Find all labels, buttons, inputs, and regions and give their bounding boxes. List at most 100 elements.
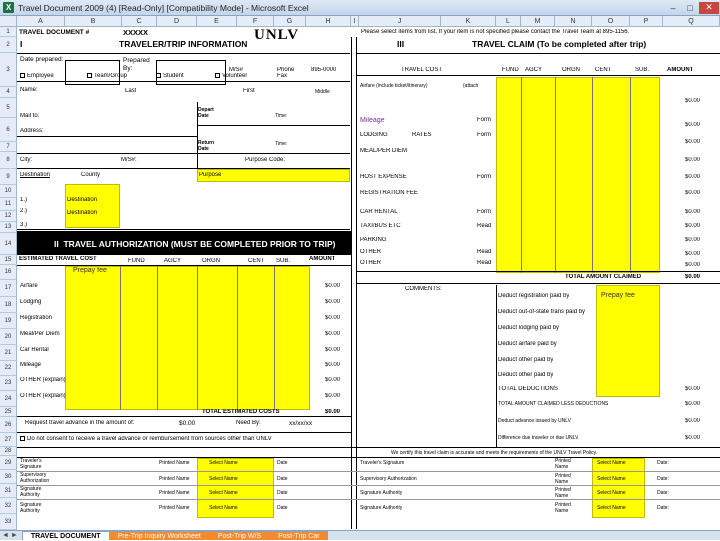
row-header[interactable]: 33 (0, 514, 17, 530)
depart-time-label: Time: (275, 113, 288, 119)
column-header[interactable]: I (351, 16, 359, 27)
row-header[interactable]: 14 (0, 233, 17, 255)
need-by-value[interactable]: xx/xx/xx (289, 420, 312, 428)
row-header[interactable]: 30 (0, 470, 17, 484)
row-header[interactable]: 19 (0, 313, 17, 329)
destination-field[interactable] (65, 184, 120, 228)
row-header[interactable]: 24 (0, 391, 17, 407)
column-header[interactable]: K (441, 16, 496, 27)
row-header[interactable]: 10 (0, 185, 17, 198)
excel-icon[interactable]: X (3, 2, 14, 13)
name-label: Name: (20, 87, 38, 93)
column-header[interactable]: C (122, 16, 157, 27)
first-name-label: First (243, 88, 255, 94)
row-header[interactable]: 26 (0, 417, 17, 433)
row-header[interactable]: 17 (0, 280, 17, 297)
claim-note-other-2: Read (477, 260, 492, 266)
tab-post-trip-car[interactable]: Post-Trip Car (269, 531, 329, 540)
sig-right-select-1[interactable]: Select Name (597, 460, 626, 466)
doc-number-value[interactable]: XXXXX (123, 28, 148, 37)
row-header[interactable]: 28 (0, 447, 17, 456)
row-header[interactable]: 8 (0, 152, 17, 169)
employee-checkbox[interactable]: Employee (20, 73, 54, 80)
row-header[interactable]: 21 (0, 345, 17, 361)
row-header[interactable]: 9 (0, 169, 17, 185)
column-header[interactable]: H (306, 16, 351, 27)
maximize-button[interactable]: □ (682, 2, 698, 14)
column-header[interactable]: F (237, 16, 274, 27)
tab-pre-trip[interactable]: Pre-Trip Inquiry Worksheet (108, 531, 210, 540)
column-header[interactable]: N (555, 16, 592, 27)
consent-checkbox[interactable]: Do not consent to receive a travel advan… (20, 436, 272, 443)
row-header[interactable]: 29 (0, 456, 17, 470)
select-all-corner[interactable] (0, 16, 17, 27)
row-header[interactable]: 11 (0, 198, 17, 211)
sig-left-select-1[interactable]: Select Name (209, 460, 238, 466)
phone-value[interactable]: 895-0000 (311, 67, 336, 74)
column-header[interactable]: J (359, 16, 441, 27)
row-header[interactable]: 31 (0, 484, 17, 498)
row-header[interactable]: 13 (0, 222, 17, 233)
row-header[interactable]: 1 (0, 27, 17, 37)
amount-header: AMOUNT (309, 256, 336, 262)
sig-right-select-2[interactable]: Select Name (597, 476, 626, 482)
claim-amount-other-1: $0.00 (685, 251, 701, 257)
row-header[interactable]: 32 (0, 498, 17, 514)
row-header[interactable]: 20 (0, 329, 17, 345)
row-header[interactable]: 27 (0, 433, 17, 447)
row-header[interactable]: 6 (0, 118, 17, 142)
column-header[interactable]: A (17, 16, 65, 27)
cell-area[interactable]: TRAVEL DOCUMENT # XXXXX UNLV Please sele… (17, 27, 720, 530)
sig-left-printed-1: Printed Name (159, 460, 190, 466)
deductions-field[interactable] (596, 285, 660, 397)
column-header[interactable]: Q (663, 16, 720, 27)
sig-right-printed-3: Printed Name (555, 487, 571, 499)
row-header[interactable]: 16 (0, 265, 17, 280)
row-header[interactable]: 18 (0, 297, 17, 313)
sig-right-select-4[interactable]: Select Name (597, 505, 626, 511)
row-header[interactable]: 23 (0, 376, 17, 391)
row-header[interactable]: 12 (0, 211, 17, 222)
est-item-meal: Meal/Per Diem (20, 331, 60, 337)
row-header[interactable]: 7 (0, 142, 17, 152)
date-prepared-label: Date prepared: (20, 56, 64, 63)
sig-left-select-4[interactable]: Select Name (209, 505, 238, 511)
claim-item-other-1: OTHER (360, 249, 381, 255)
est-amount-meal: $0.00 (325, 331, 341, 337)
address-label: Address: (20, 128, 44, 134)
travel-cost-header: TRAVEL COST (401, 67, 443, 73)
team-group-checkbox[interactable]: Team/Group (87, 73, 127, 80)
volunteer-checkbox[interactable]: Volunteer (215, 73, 247, 80)
tab-travel-document[interactable]: TRAVEL DOCUMENT (21, 531, 110, 540)
sig-right-select-3[interactable]: Select Name (597, 490, 626, 496)
student-checkbox[interactable]: Student (156, 73, 184, 80)
column-header[interactable]: M (521, 16, 555, 27)
row-header[interactable]: 22 (0, 361, 17, 376)
sig-left-select-3[interactable]: Select Name (209, 490, 238, 496)
row-header[interactable]: 3 (0, 53, 17, 87)
column-header[interactable]: D (157, 16, 197, 27)
column-header[interactable]: E (197, 16, 237, 27)
sheet-nav-arrows[interactable]: ◄ ► (2, 531, 18, 540)
advance-request-value[interactable]: $0.00 (179, 420, 195, 428)
row-header[interactable]: 2 (0, 37, 17, 53)
certify-text: We certify this travel claim is accurate… (391, 450, 598, 456)
column-header[interactable]: B (65, 16, 122, 27)
row-header[interactable]: 25 (0, 407, 17, 417)
difference-value: $0.00 (685, 435, 701, 441)
row-header[interactable]: 15 (0, 255, 17, 265)
column-header[interactable]: P (630, 16, 663, 27)
sig-left-printed-3: Printed Name (159, 490, 190, 496)
row-header[interactable]: 5 (0, 98, 17, 118)
sig-left-select-2[interactable]: Select Name (209, 476, 238, 482)
est-item-mileage: Mileage (20, 362, 42, 368)
column-header[interactable]: L (496, 16, 521, 27)
column-header[interactable]: G (274, 16, 306, 27)
column-header[interactable]: O (592, 16, 630, 27)
trip-row-1: 1.) (20, 197, 28, 203)
close-button[interactable]: ✕ (699, 1, 719, 14)
row-header[interactable]: 4 (0, 87, 17, 98)
spreadsheet-grid[interactable]: A B C D E F G H I J K L M N O P Q 1 2 3 … (0, 16, 720, 530)
tab-post-trip-ws[interactable]: Post-Trip W/S (208, 531, 271, 540)
minimize-button[interactable]: – (665, 2, 681, 14)
